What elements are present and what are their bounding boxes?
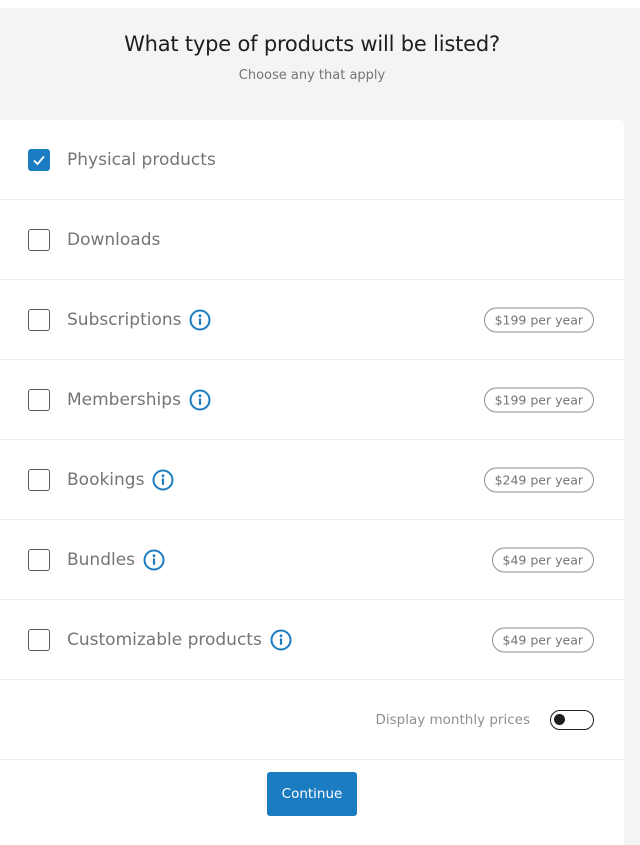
option-label: Memberships [67, 389, 181, 410]
monthly-prices-toggle[interactable] [550, 709, 594, 730]
page-subtitle: Choose any that apply [238, 68, 386, 83]
option-label: Customizable products [67, 629, 262, 650]
price-badge: $49 per year [491, 547, 594, 572]
page-header: What type of products will be listed? Ch… [0, 8, 624, 83]
monthly-prices-row: Display monthly prices [0, 680, 624, 760]
product-option-downloads[interactable]: Downloads [0, 200, 624, 280]
info-icon[interactable] [270, 629, 292, 651]
price-badge: $199 per year [483, 307, 594, 332]
option-label: Bookings [67, 469, 145, 490]
product-option-bundles[interactable]: Bundles $49 per year [0, 520, 624, 600]
checkbox-bundles[interactable] [28, 548, 50, 571]
checkbox-bookings[interactable] [28, 468, 50, 491]
page-title: What type of products will be listed? [124, 32, 500, 56]
product-option-customizable-products[interactable]: Customizable products $49 per year [0, 600, 624, 680]
price-badge: $49 per year [491, 627, 594, 652]
info-icon[interactable] [143, 549, 165, 571]
product-option-physical-products[interactable]: Physical products [0, 120, 624, 200]
product-option-bookings[interactable]: Bookings $249 per year [0, 440, 624, 520]
product-option-subscriptions[interactable]: Subscriptions $199 per year [0, 280, 624, 360]
info-icon[interactable] [152, 469, 174, 491]
checkbox-downloads[interactable] [28, 228, 50, 251]
checkbox-physical-products[interactable] [28, 148, 50, 171]
continue-button[interactable]: Continue [266, 772, 358, 816]
option-label: Downloads [67, 229, 161, 250]
info-icon[interactable] [189, 309, 211, 331]
checkbox-subscriptions[interactable] [28, 308, 50, 331]
checkbox-memberships[interactable] [28, 388, 50, 411]
option-label: Physical products [67, 149, 216, 170]
product-option-memberships[interactable]: Memberships $199 per year [0, 360, 624, 440]
price-badge: $249 per year [483, 467, 594, 492]
info-icon[interactable] [189, 389, 211, 411]
checkmark-icon [33, 155, 45, 165]
product-types-card: Physical products Downloads Subscription… [0, 120, 624, 845]
checkbox-customizable-products[interactable] [28, 628, 50, 651]
card-footer: Continue [0, 760, 624, 840]
price-badge: $199 per year [483, 387, 594, 412]
top-strip [0, 0, 640, 8]
option-label: Subscriptions [67, 309, 182, 330]
toggle-knob [554, 713, 565, 725]
option-label: Bundles [67, 549, 136, 570]
monthly-prices-label: Display monthly prices [375, 711, 530, 728]
